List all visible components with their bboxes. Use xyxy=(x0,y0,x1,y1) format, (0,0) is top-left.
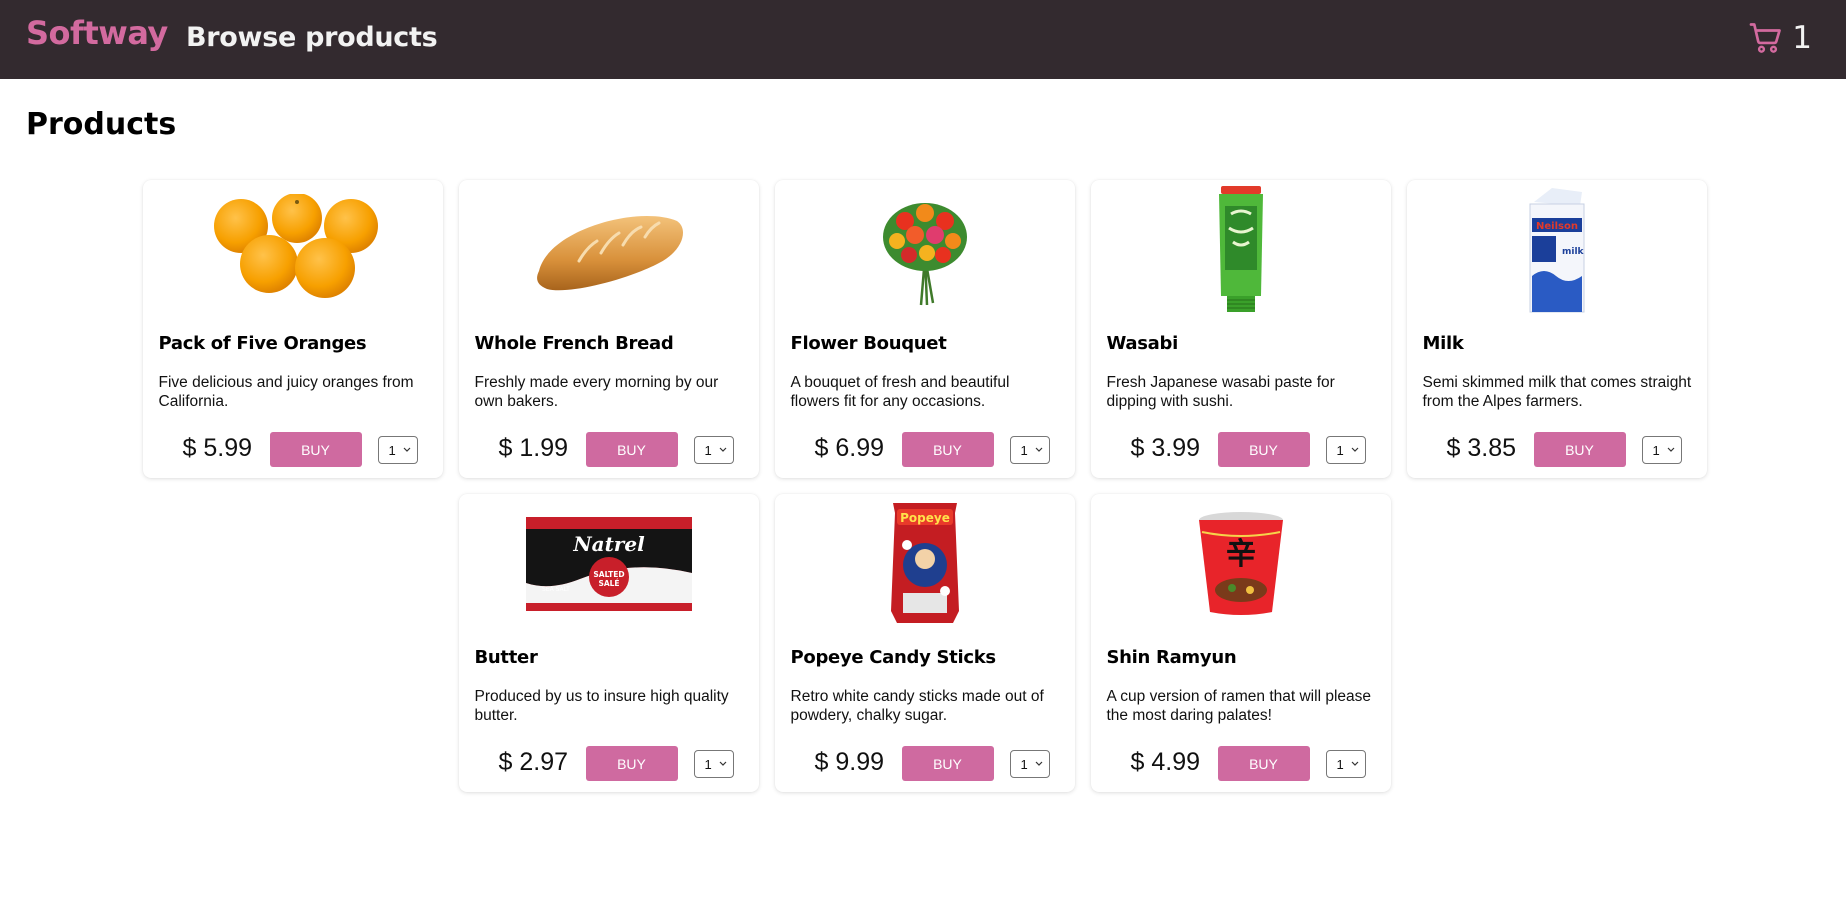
quantity-value: 1 xyxy=(1020,442,1028,458)
product-price: $ 9.99 xyxy=(814,748,885,776)
product-description: Semi skimmed milk that comes straight fr… xyxy=(1422,374,1692,410)
quantity-value: 1 xyxy=(704,442,712,458)
product-description: A cup version of ramen that will please … xyxy=(1106,688,1372,724)
quantity-select[interactable]: 1 xyxy=(1009,750,1050,778)
product-image xyxy=(143,180,443,318)
product-name: Whole French Bread xyxy=(474,333,674,354)
cart-count: 1 xyxy=(1792,20,1812,56)
product-name: Wasabi xyxy=(1106,333,1179,354)
product-price: $ 6.99 xyxy=(814,434,885,462)
product-price: $ 3.85 xyxy=(1446,434,1517,462)
quantity-value: 1 xyxy=(704,756,712,772)
cart-button[interactable]: 1 xyxy=(1748,20,1812,56)
product-grid: Pack of Five Oranges Five delicious and … xyxy=(142,180,1707,792)
product-image xyxy=(1091,180,1391,318)
product-card: Pack of Five Oranges Five delicious and … xyxy=(142,180,443,478)
ramen-cup-image: 辛 xyxy=(1198,512,1283,615)
chevron-down-icon xyxy=(1667,447,1674,452)
product-description: Five delicious and juicy oranges from Ca… xyxy=(158,374,414,410)
quantity-value: 1 xyxy=(1020,756,1028,772)
butter-side-text: SEA SALT xyxy=(542,586,570,593)
product-description: Retro white candy sticks made out of pow… xyxy=(790,688,1044,724)
chevron-down-icon xyxy=(719,447,726,452)
buy-button[interactable]: BUY xyxy=(585,432,678,467)
svg-text:辛: 辛 xyxy=(1226,537,1256,572)
quantity-select[interactable]: 1 xyxy=(1009,436,1050,464)
chevron-down-icon xyxy=(1351,447,1358,452)
butter-image: Natrel SALTED SALÉ SEA SALT xyxy=(525,517,692,611)
quantity-select[interactable]: 1 xyxy=(1641,436,1682,464)
quantity-select[interactable]: 1 xyxy=(693,750,734,778)
product-card: Natrel SALTED SALÉ SEA SALT Butter Produ… xyxy=(458,494,759,792)
buy-button[interactable]: BUY xyxy=(901,746,994,781)
oranges-image xyxy=(213,194,378,298)
milk-image: Neilson milk xyxy=(1529,188,1585,313)
milk-label-text: milk xyxy=(1562,247,1585,257)
product-description: Freshly made every morning by our own ba… xyxy=(474,374,719,410)
product-price: $ 3.99 xyxy=(1130,434,1201,462)
chevron-down-icon xyxy=(1035,447,1042,452)
butter-brand-text: Natrel xyxy=(572,532,645,556)
product-image: Natrel SALTED SALÉ SEA SALT xyxy=(459,494,759,632)
product-card: Flower Bouquet A bouquet of fresh and be… xyxy=(774,180,1075,478)
buy-button[interactable]: BUY xyxy=(1217,746,1310,781)
quantity-value: 1 xyxy=(1336,756,1344,772)
bouquet-image xyxy=(882,203,967,306)
quantity-value: 1 xyxy=(388,442,396,458)
candy-sticks-image: Popeye xyxy=(890,503,959,623)
product-price: $ 4.99 xyxy=(1130,748,1201,776)
milk-brand-text: Neilson xyxy=(1536,221,1578,232)
quantity-select[interactable]: 1 xyxy=(693,436,734,464)
product-image xyxy=(775,180,1075,318)
product-image xyxy=(459,180,759,318)
product-image: Neilson milk xyxy=(1407,180,1707,318)
product-name: Pack of Five Oranges xyxy=(158,333,367,354)
shopping-cart-icon xyxy=(1749,23,1782,53)
chevron-down-icon xyxy=(403,447,410,452)
buy-button[interactable]: BUY xyxy=(1217,432,1310,467)
product-image: Popeye xyxy=(775,494,1075,632)
chevron-down-icon xyxy=(1035,761,1042,766)
product-name: Butter xyxy=(474,647,538,668)
quantity-select[interactable]: 1 xyxy=(1325,436,1366,464)
product-description: Produced by us to insure high quality bu… xyxy=(474,688,729,724)
wasabi-image xyxy=(1218,186,1263,312)
section-title: Products xyxy=(26,107,177,142)
product-card: Neilson milk Milk Semi skimmed milk that… xyxy=(1406,180,1707,478)
brand-logo[interactable]: Softway xyxy=(26,14,168,52)
butter-label-fr-text: SALÉ xyxy=(598,579,619,588)
bread-image xyxy=(536,216,683,291)
quantity-select[interactable]: 1 xyxy=(377,436,418,464)
butter-label-text: SALTED xyxy=(593,570,624,579)
quantity-value: 1 xyxy=(1652,442,1660,458)
quantity-select[interactable]: 1 xyxy=(1325,750,1366,778)
product-name: Popeye Candy Sticks xyxy=(790,647,997,668)
top-navigation-bar: Softway Browse products 1 xyxy=(0,0,1846,79)
product-description: A bouquet of fresh and beautiful flowers… xyxy=(790,374,1010,410)
buy-button[interactable]: BUY xyxy=(269,432,362,467)
product-card: 辛 Shin Ramyun A cup version of ramen tha… xyxy=(1090,494,1391,792)
page-heading: Browse products xyxy=(186,22,438,53)
buy-button[interactable]: BUY xyxy=(1533,432,1626,467)
quantity-value: 1 xyxy=(1336,442,1344,458)
candy-brand-text: Popeye xyxy=(900,511,950,525)
chevron-down-icon xyxy=(719,761,726,766)
buy-button[interactable]: BUY xyxy=(901,432,994,467)
product-name: Milk xyxy=(1422,333,1464,354)
product-price: $ 1.99 xyxy=(498,434,569,462)
product-card: Wasabi Fresh Japanese wasabi paste for d… xyxy=(1090,180,1391,478)
product-description: Fresh Japanese wasabi paste for dipping … xyxy=(1106,374,1335,410)
product-card: Popeye Popeye Candy Sticks Retro white c… xyxy=(774,494,1075,792)
product-name: Flower Bouquet xyxy=(790,333,947,354)
chevron-down-icon xyxy=(1351,761,1358,766)
product-price: $ 2.97 xyxy=(498,748,569,776)
buy-button[interactable]: BUY xyxy=(585,746,678,781)
product-image: 辛 xyxy=(1091,494,1391,632)
product-price: $ 5.99 xyxy=(182,434,253,462)
product-card: Whole French Bread Freshly made every mo… xyxy=(458,180,759,478)
product-name: Shin Ramyun xyxy=(1106,647,1237,668)
